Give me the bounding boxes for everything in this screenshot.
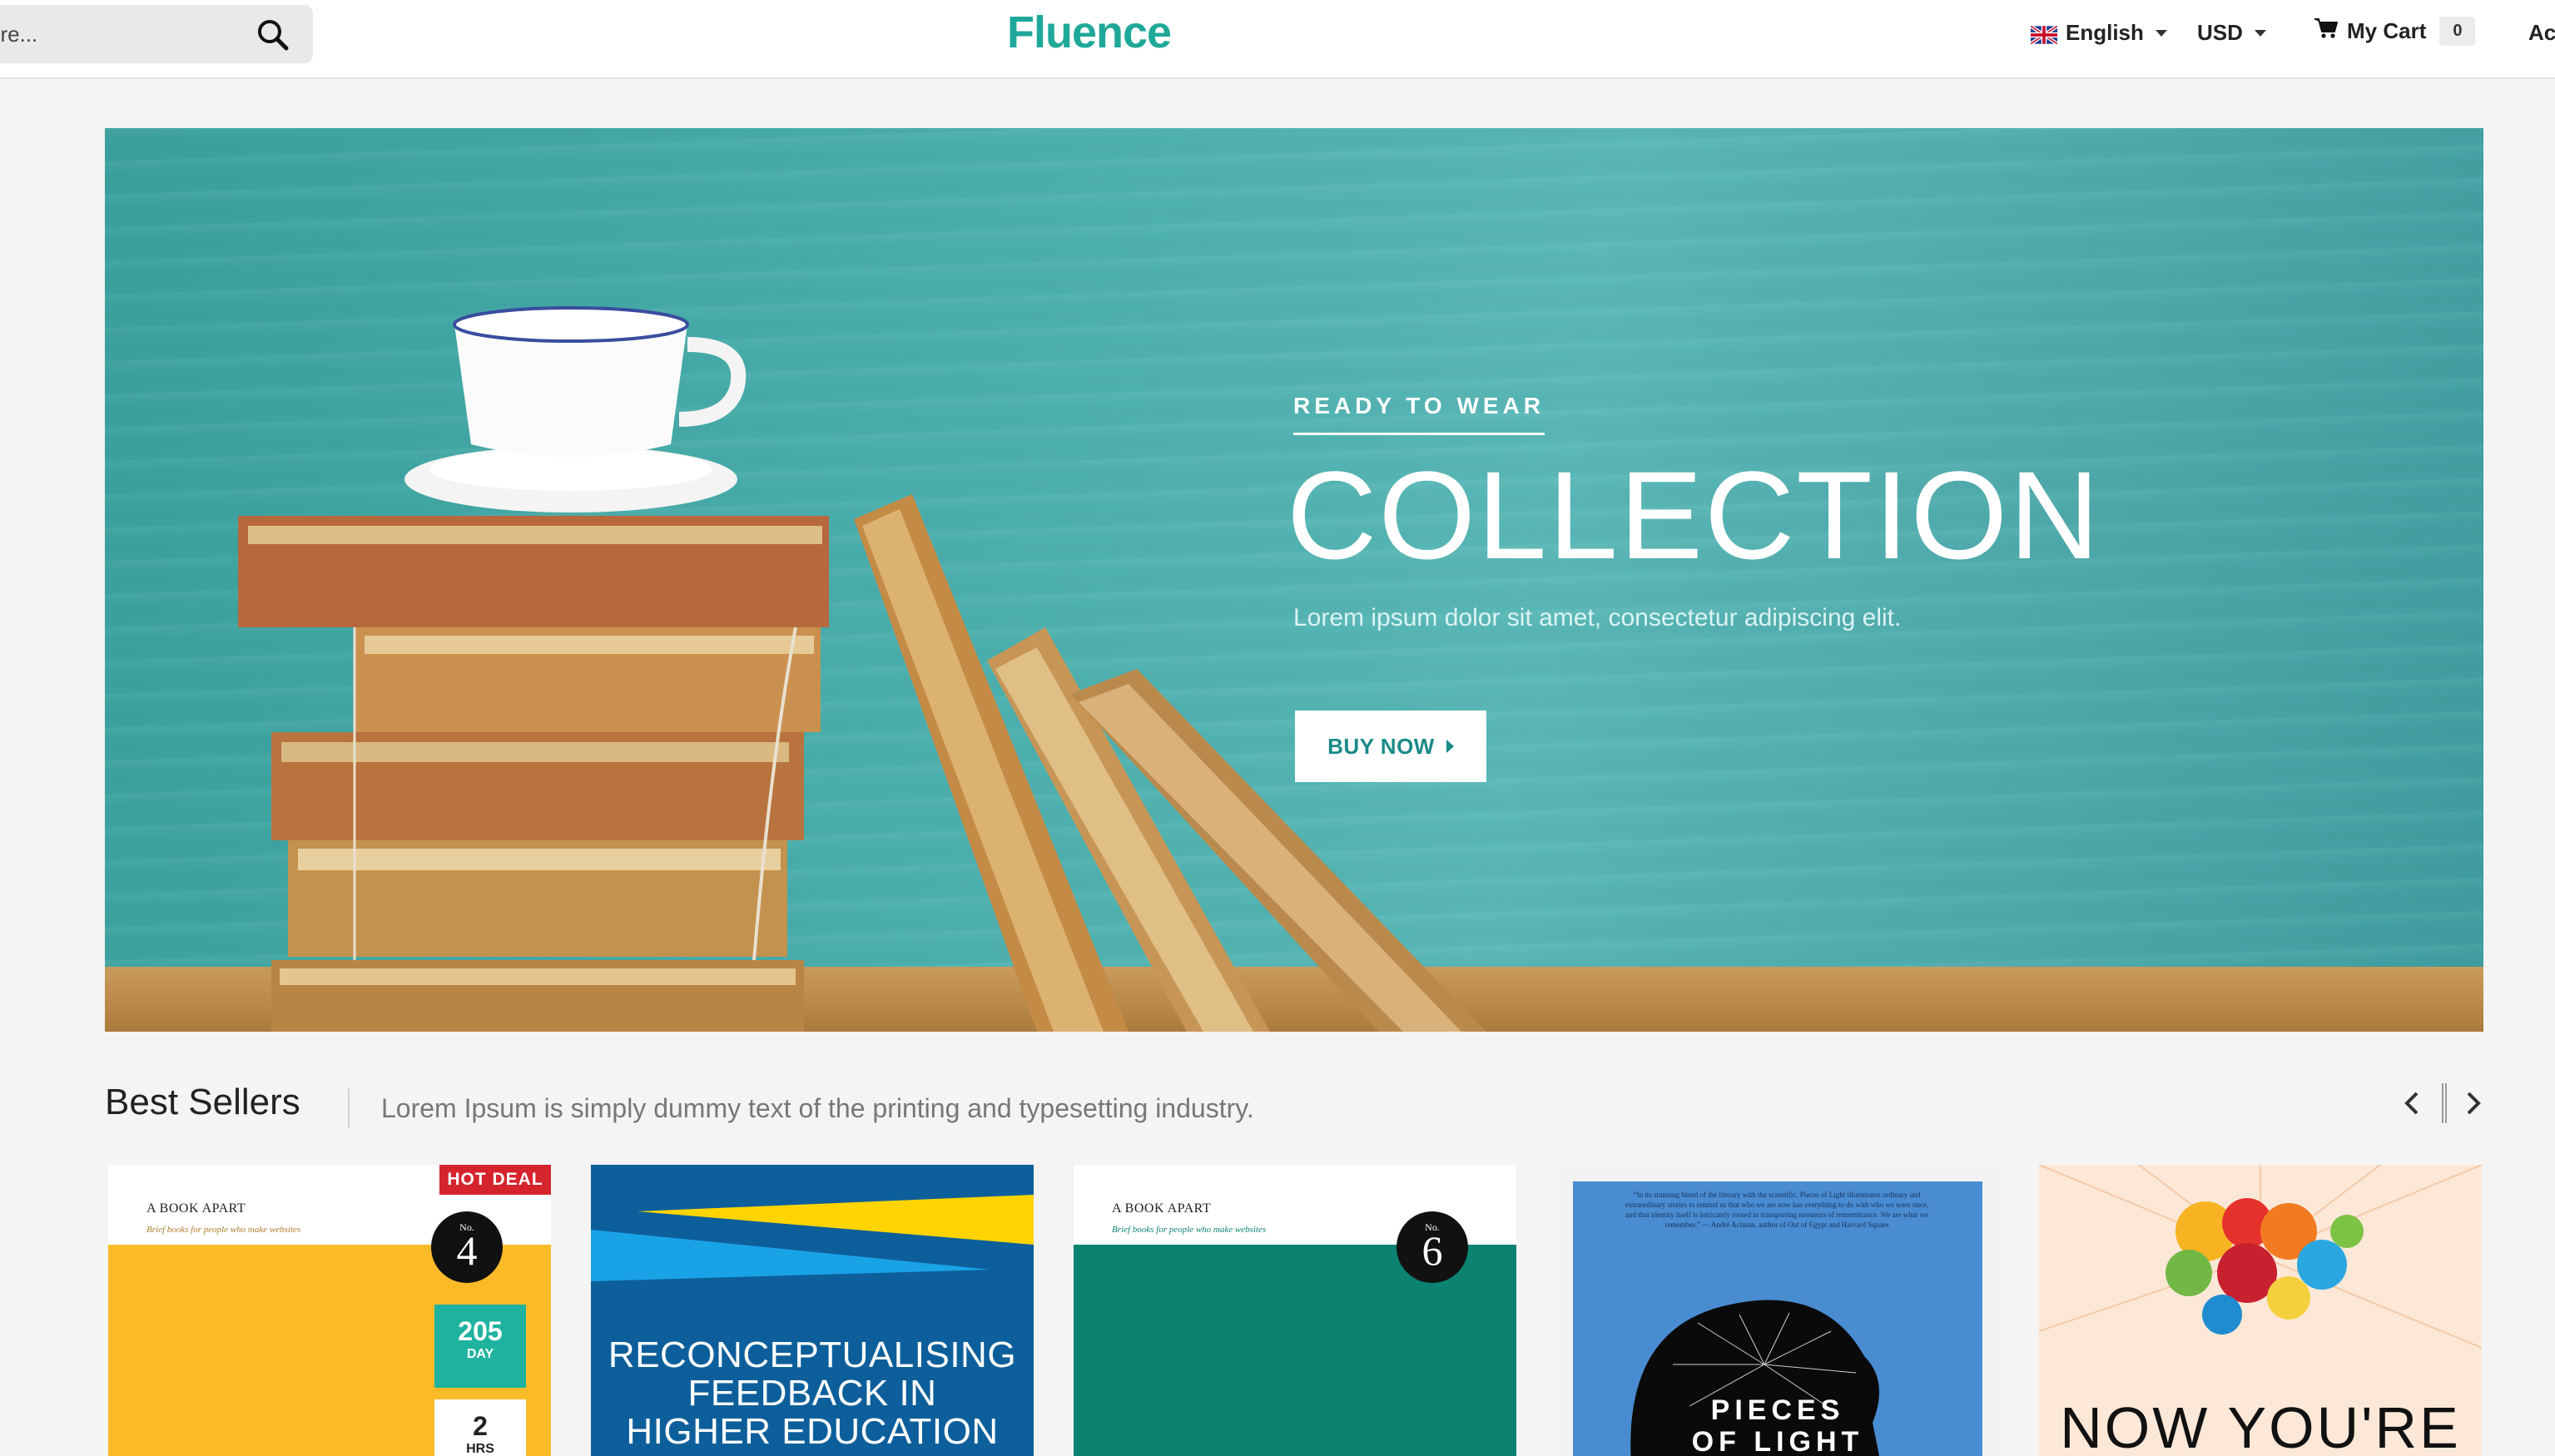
- product-card[interactable]: A BOOK APART Brief books for people who …: [108, 1165, 551, 1456]
- search-input[interactable]: [0, 5, 241, 63]
- volume-number: 4: [456, 1227, 478, 1274]
- search-icon[interactable]: [255, 17, 291, 53]
- cart-button[interactable]: My Cart 0: [2314, 17, 2476, 46]
- publisher-name: A BOOK APART: [146, 1201, 246, 1216]
- countdown-hours: 2 HRS: [434, 1399, 526, 1456]
- title-line: HIGHER EDUCATION: [626, 1411, 999, 1452]
- search-bar: [0, 5, 313, 63]
- cart-count-badge: 0: [2439, 17, 2476, 46]
- buy-now-label: BUY NOW: [1327, 733, 1435, 759]
- arrow-right-icon: [1446, 740, 1454, 753]
- hero-kicker: READY TO WEAR: [1293, 393, 1545, 435]
- volume-number-badge: No. 4: [431, 1211, 503, 1283]
- language-selector[interactable]: English: [2029, 20, 2167, 46]
- chevron-right-icon[interactable]: [2457, 1087, 2490, 1120]
- hot-deal-badge: HOT DEAL: [439, 1165, 551, 1195]
- chevron-left-icon[interactable]: [2395, 1087, 2428, 1120]
- countdown-value: 2: [473, 1411, 488, 1441]
- hero-title: COLLECTION: [1287, 445, 2101, 585]
- account-link[interactable]: Ac: [2528, 20, 2555, 46]
- countdown-value: 205: [458, 1316, 503, 1346]
- heading-divider: [348, 1088, 350, 1128]
- title-line: FEEDBACK IN: [687, 1373, 937, 1414]
- publisher-name: A BOOK APART: [1112, 1201, 1212, 1216]
- product-card[interactable]: NOW YOU'RE: [2039, 1165, 2482, 1456]
- carousel-nav-divider: [2442, 1083, 2447, 1123]
- cart-label: My Cart: [2347, 18, 2427, 43]
- best-sellers-heading: Best Sellers: [105, 1082, 300, 1122]
- countdown-days: 205 DAY: [434, 1305, 526, 1388]
- site-logo[interactable]: Fluence: [1007, 7, 1172, 58]
- title-line: OF LIGHT: [1691, 1426, 1864, 1456]
- gears-brain-graphic: [2039, 1165, 2482, 1349]
- book-title: NOW YOU'RE: [2060, 1395, 2461, 1456]
- buy-now-button[interactable]: BUY NOW: [1295, 711, 1486, 782]
- account-label: Ac: [2528, 20, 2555, 45]
- countdown-unit: HRS: [466, 1442, 494, 1456]
- product-card[interactable]: RECONCEPTUALISING FEEDBACK IN HIGHER EDU…: [591, 1165, 1034, 1456]
- currency-selector[interactable]: USD: [2197, 20, 2266, 46]
- volume-number-badge: No. 6: [1397, 1211, 1468, 1283]
- caret-down-icon: [2155, 29, 2167, 37]
- cart-icon: [2314, 17, 2339, 46]
- cover-graphic: [591, 1165, 1034, 1298]
- volume-number: 6: [1421, 1227, 1443, 1274]
- hero-banner: READY TO WEAR COLLECTION Lorem ipsum dol…: [105, 128, 2483, 1032]
- book-title: RECONCEPTUALISING FEEDBACK IN HIGHER EDU…: [591, 1336, 1034, 1451]
- product-card[interactable]: A BOOK APART Brief books for people who …: [1074, 1165, 1516, 1456]
- best-sellers-description: Lorem Ipsum is simply dummy text of the …: [381, 1093, 1254, 1123]
- language-label: English: [2066, 20, 2144, 45]
- publisher-tagline: Brief books for people who make websites: [146, 1225, 301, 1235]
- uk-flag-icon: [2029, 24, 2059, 45]
- countdown-unit: DAY: [466, 1347, 494, 1361]
- publisher-tagline: Brief books for people who make websites: [1112, 1225, 1267, 1235]
- title-line: PIECES: [1710, 1394, 1845, 1426]
- cover-panel: “In its stunning blend of the literary w…: [1573, 1181, 1982, 1456]
- title-line: RECONCEPTUALISING: [608, 1335, 1017, 1375]
- cover-quote: “In its stunning blend of the literary w…: [1625, 1191, 1929, 1229]
- top-header: Fluence English USD My Cart 0 Ac: [0, 0, 2555, 79]
- currency-label: USD: [2197, 20, 2243, 45]
- product-card[interactable]: “In its stunning blend of the literary w…: [1556, 1165, 1999, 1456]
- caret-down-icon: [2254, 29, 2266, 37]
- hero-subtitle: Lorem ipsum dolor sit amet, consectetur …: [1293, 604, 1902, 631]
- book-title: PIECES OF LIGHT: [1573, 1394, 1982, 1456]
